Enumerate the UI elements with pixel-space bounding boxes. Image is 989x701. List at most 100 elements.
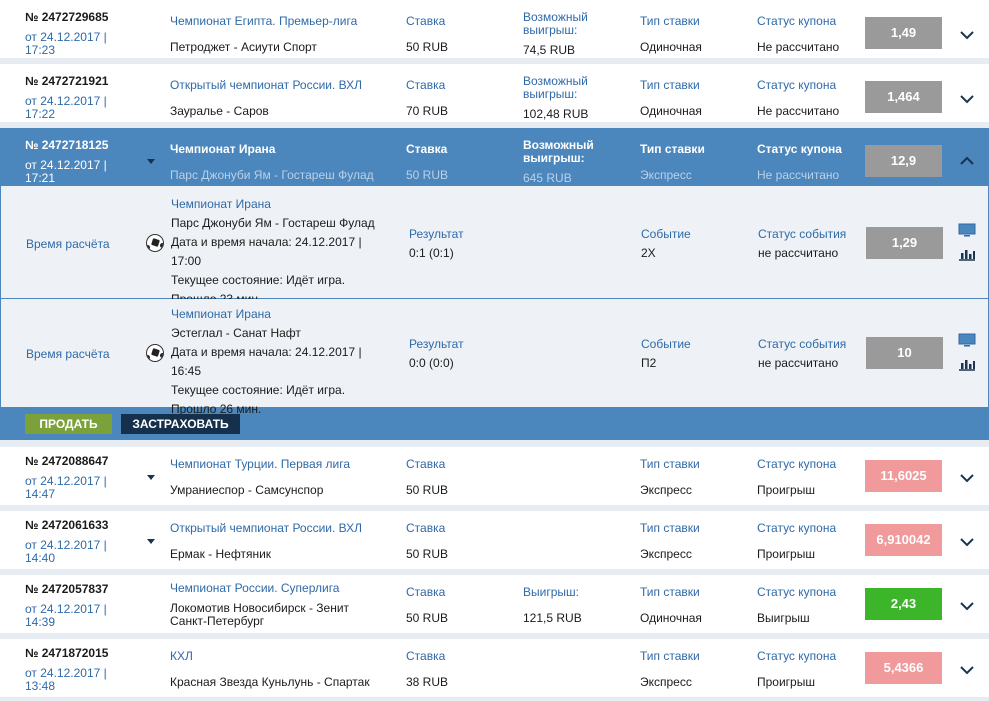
coupon-row[interactable]: № 2472721921 от 24.12.2017 | 17:22 Откры…	[0, 64, 989, 122]
soccer-ball-icon	[146, 234, 164, 252]
chevron-down-icon[interactable]	[959, 534, 975, 550]
stake-label: Ставка	[406, 649, 446, 663]
coupon-date: от 24.12.2017 | 17:21	[25, 158, 107, 185]
stake-value: 50 RUB	[406, 611, 449, 625]
event-row: Время расчёта Чемпионат Ирана Эстеглал -…	[1, 299, 988, 416]
event-start: Дата и время начала: 24.12.2017 | 16:45	[171, 345, 362, 378]
coupon-status-label: Статус купона	[757, 14, 837, 28]
coupon-row[interactable]: № 2472057837 от 24.12.2017 | 14:39 Чемпи…	[0, 575, 989, 633]
event-league: Чемпионат Ирана	[171, 197, 271, 211]
coupon-date: от 24.12.2017 | 17:22	[25, 94, 107, 121]
coupon-status-value: Не рассчитано	[757, 168, 840, 182]
tv-icon[interactable]	[958, 223, 976, 237]
coupon-row[interactable]: № 2472729685 от 24.12.2017 | 17:23 Чемпи…	[0, 0, 989, 58]
league-name: Чемпионат Ирана	[170, 142, 276, 156]
event-status-value: не рассчитано	[758, 246, 839, 260]
coupon-number: № 2472718125	[25, 138, 109, 152]
coupon-status-label: Статус купона	[757, 585, 837, 599]
coupon-status-value: Проигрыш	[757, 675, 815, 689]
coupon-row[interactable]: № 2471872015 от 24.12.2017 | 13:48 КХЛ К…	[0, 639, 989, 697]
chevron-down-icon[interactable]	[959, 662, 975, 678]
event-label: Событие	[641, 337, 691, 351]
league-name: Чемпионат России. Суперлига	[170, 581, 340, 595]
coupon-events-panel: Время расчёта Чемпионат Ирана Парс Джону…	[0, 186, 989, 440]
league-name: Чемпионат Египта. Премьер-лига	[170, 14, 358, 28]
bet-type-value: Экспресс	[640, 547, 692, 561]
event-match: Парс Джонуби Ям - Гостареш Фулад	[171, 216, 375, 230]
insure-button[interactable]: ЗАСТРАХОВАТЬ	[121, 414, 240, 434]
bar-chart-icon[interactable]	[958, 247, 976, 261]
chevron-down-icon[interactable]	[959, 598, 975, 614]
bet-type-label: Тип ставки	[640, 457, 700, 471]
stake-value: 38 RUB	[406, 675, 449, 689]
event-value: П2	[641, 356, 657, 370]
calc-time-label: Время расчёта	[26, 347, 110, 361]
coupon-status-label: Статус купона	[757, 78, 837, 92]
bet-type-value: Одиночная	[640, 104, 702, 118]
coupon-status-value: Проигрыш	[757, 483, 815, 497]
odds-badge: 6,910042	[865, 524, 942, 556]
bet-type-label: Тип ставки	[640, 78, 700, 92]
coupon-date: от 24.12.2017 | 14:40	[25, 538, 107, 565]
payout-value: 121,5 RUB	[523, 611, 582, 625]
match-name: Красная Звезда Куньлунь - Спартак	[170, 675, 370, 689]
bet-type-value: Экспресс	[640, 168, 692, 182]
payout-value: 74,5 RUB	[523, 43, 576, 57]
event-details: Чемпионат Ирана Эстеглал - Санат Нафт Да…	[171, 305, 391, 419]
bet-type-label: Тип ставки	[640, 585, 700, 599]
event-value: 2Х	[641, 246, 656, 260]
odds-badge: 5,4366	[865, 652, 942, 684]
chevron-down-icon[interactable]	[959, 470, 975, 486]
dropdown-caret-icon[interactable]	[147, 475, 155, 480]
stake-value: 50 RUB	[406, 547, 449, 561]
coupon-status-value: Не рассчитано	[757, 104, 840, 118]
bet-type-label: Тип ставки	[640, 14, 700, 28]
event-match: Эстеглал - Санат Нафт	[171, 326, 301, 340]
bet-type-value: Экспресс	[640, 483, 692, 497]
stake-label: Ставка	[406, 521, 446, 535]
odds-badge: 11,6025	[865, 460, 942, 492]
coupon-status-label: Статус купона	[757, 457, 837, 471]
coupon-number: № 2472057837	[25, 582, 109, 596]
coupon-status-label: Статус купона	[757, 142, 842, 156]
result-label: Результат	[409, 337, 464, 351]
bar-chart-icon[interactable]	[958, 357, 976, 371]
coupon-date: от 24.12.2017 | 13:48	[25, 666, 107, 693]
stake-label: Ставка	[406, 585, 446, 599]
coupon-row[interactable]: № 2472061633 от 24.12.2017 | 14:40 Откры…	[0, 511, 989, 569]
event-status-value: не рассчитано	[758, 356, 839, 370]
league-name: Чемпионат Турции. Первая лига	[170, 457, 351, 471]
match-name: Умраниеспор - Самсунспор	[170, 483, 324, 497]
payout-label: Возможный выигрыш:	[523, 138, 594, 165]
coupon-number: № 2471872015	[25, 646, 109, 660]
coupon-number: № 2472729685	[25, 10, 109, 24]
event-odds-badge: 10	[866, 337, 943, 369]
dropdown-caret-icon[interactable]	[147, 539, 155, 544]
coupon-row[interactable]: № 2472088647 от 24.12.2017 | 14:47 Чемпи…	[0, 447, 989, 505]
chevron-down-icon[interactable]	[959, 91, 975, 107]
odds-badge: 1,464	[865, 81, 942, 113]
coupon-number: № 2472061633	[25, 518, 109, 532]
chevron-down-icon[interactable]	[959, 27, 975, 43]
coupon-date: от 24.12.2017 | 14:47	[25, 474, 107, 501]
match-name: Локомотив Новосибирск - Зенит Санкт-Пете…	[170, 601, 350, 628]
coupon-status-value: Выигрыш	[757, 611, 810, 625]
odds-badge: 1,49	[865, 17, 942, 49]
payout-value: 102,48 RUB	[523, 107, 589, 121]
dropdown-caret-icon[interactable]	[147, 159, 155, 164]
bet-type-label: Тип ставки	[640, 142, 705, 156]
coupon-row-expanded[interactable]: № 2472718125 от 24.12.2017 | 17:21 Чемпи…	[0, 128, 989, 186]
event-label: Событие	[641, 227, 691, 241]
event-league: Чемпионат Ирана	[171, 307, 271, 321]
result-value: 0:1 (0:1)	[409, 246, 454, 260]
coupon-status-label: Статус купона	[757, 521, 837, 535]
stake-value: 50 RUB	[406, 40, 449, 54]
sell-button[interactable]: ПРОДАТЬ	[25, 414, 112, 434]
payout-label: Возможный выигрыш:	[523, 74, 588, 101]
tv-icon[interactable]	[958, 333, 976, 347]
match-name: Петроджет - Асиути Спорт	[170, 40, 317, 54]
coupon-date: от 24.12.2017 | 14:39	[25, 602, 107, 629]
chevron-up-icon[interactable]	[959, 153, 975, 169]
result-value: 0:0 (0:0)	[409, 356, 454, 370]
league-name: Открытый чемпионат России. ВХЛ	[170, 78, 363, 92]
